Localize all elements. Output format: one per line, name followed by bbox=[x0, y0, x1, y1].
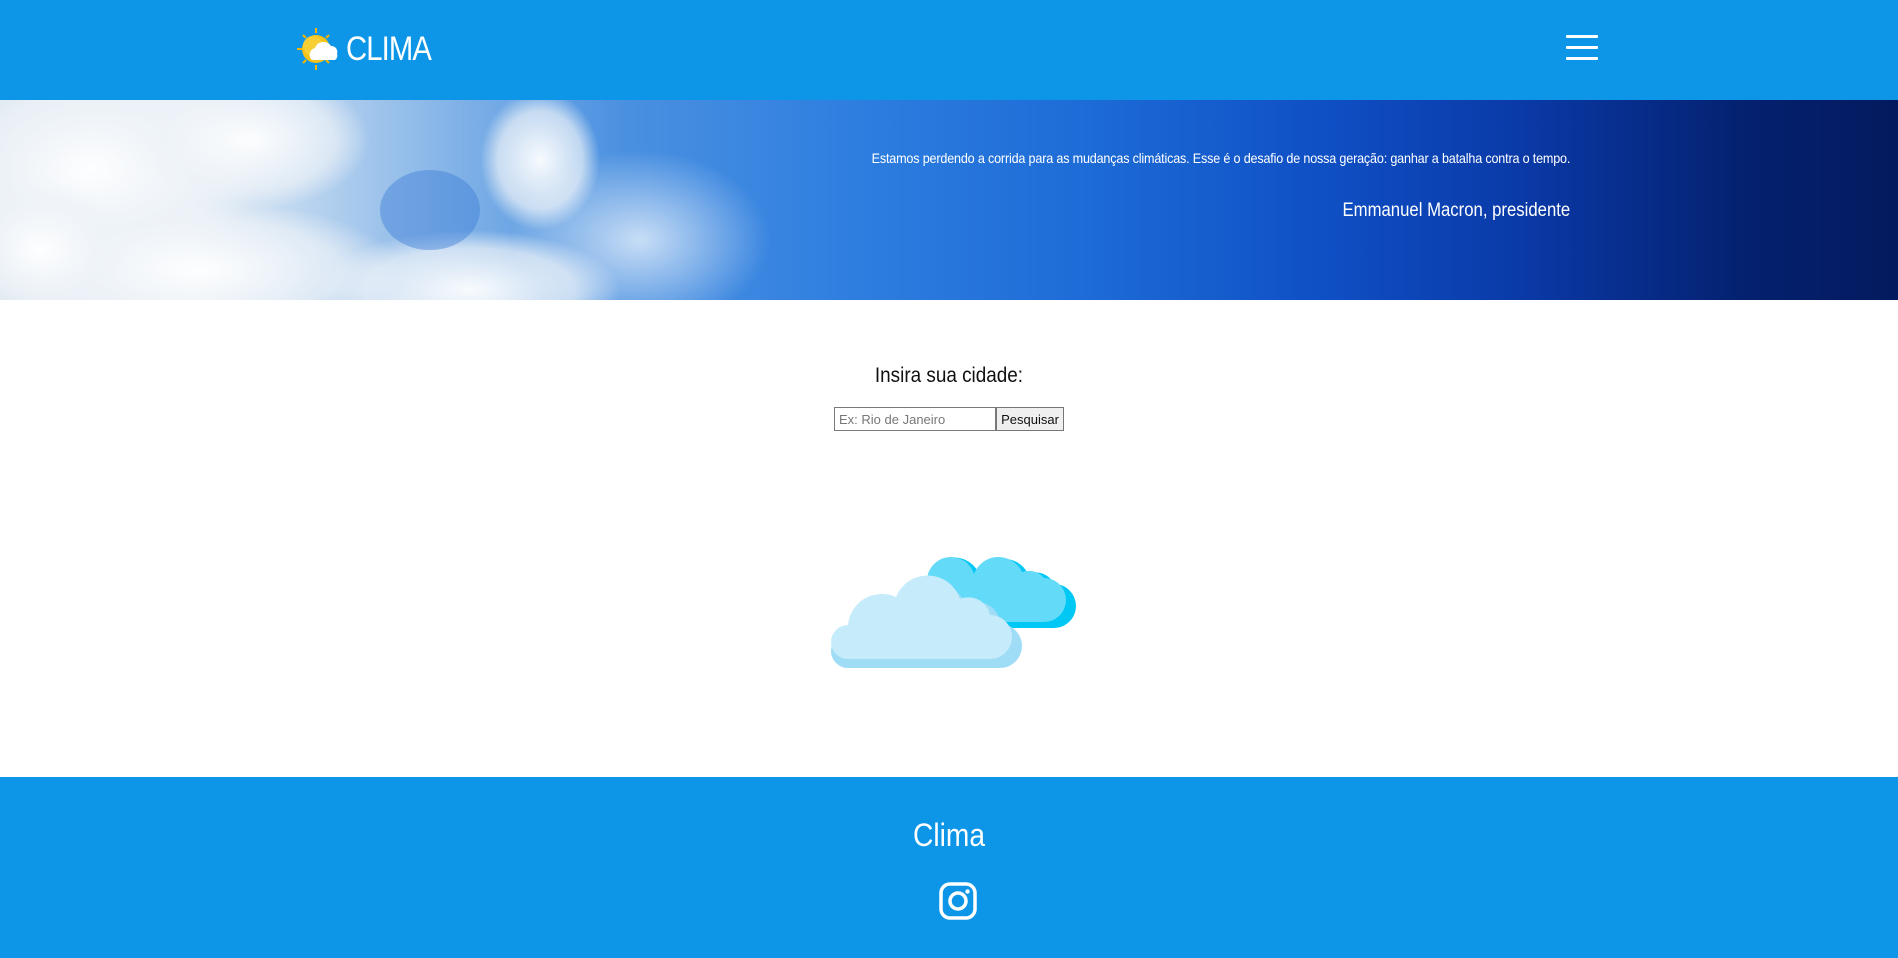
instagram-icon[interactable] bbox=[938, 881, 978, 921]
brand-name: CLIMA bbox=[346, 30, 432, 68]
brand-logo-link[interactable]: CLIMA bbox=[296, 22, 445, 76]
hero-quote: Estamos perdendo a corrida para as mudan… bbox=[794, 150, 1570, 222]
search-label: Insira sua cidade: bbox=[874, 364, 1024, 387]
quote-text: Estamos perdendo a corrida para as mudan… bbox=[871, 150, 1570, 166]
footer-title: Clima bbox=[913, 817, 985, 853]
quote-author: Emmanuel Macron, presidente bbox=[1342, 200, 1570, 221]
clouds-icon bbox=[831, 556, 1076, 668]
city-search-input[interactable] bbox=[834, 407, 996, 431]
search-form: Pesquisar bbox=[834, 407, 1064, 431]
page-footer: Clima bbox=[0, 777, 1898, 958]
sun-cloud-icon bbox=[297, 28, 338, 70]
top-navbar: CLIMA bbox=[0, 0, 1898, 100]
hero-banner: Estamos perdendo a corrida para as mudan… bbox=[0, 100, 1898, 300]
hamburger-menu-icon[interactable] bbox=[1566, 32, 1602, 64]
search-button[interactable]: Pesquisar bbox=[996, 407, 1064, 431]
